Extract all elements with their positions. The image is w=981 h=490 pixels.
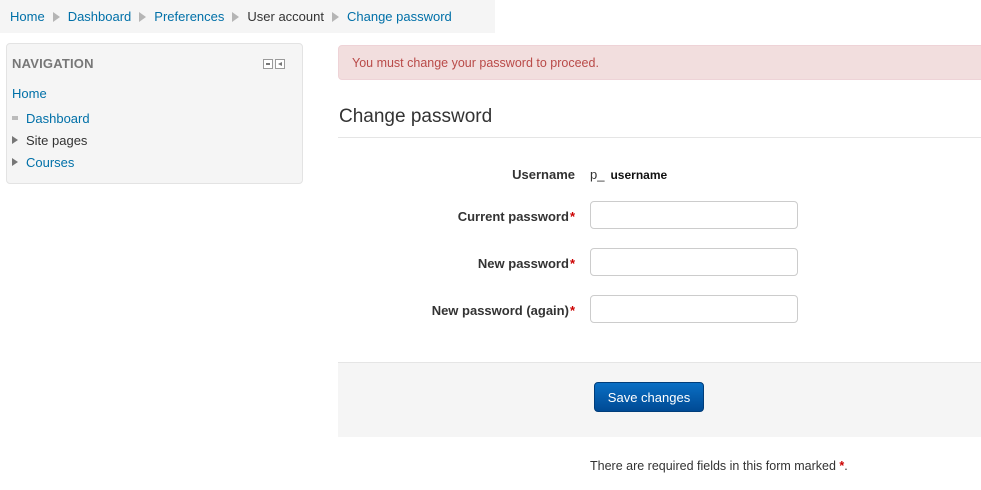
new-password-label-text: New password [477, 255, 569, 271]
collapse-block-icon[interactable] [263, 59, 273, 69]
navigation-list: Dashboard Site pages Courses [12, 107, 90, 173]
breadcrumb-home[interactable]: Home [10, 9, 45, 24]
nav-item-dashboard[interactable]: Dashboard [12, 107, 90, 129]
expand-arrow-icon[interactable] [12, 136, 18, 144]
required-note-text: There are required fields in this form m… [590, 459, 840, 473]
breadcrumb-user-account: User account [247, 9, 324, 24]
username-row: Username p_ username [338, 159, 981, 189]
nav-item-home[interactable]: Home [12, 86, 47, 101]
new-password-label: New password * [478, 248, 575, 278]
expand-arrow-icon[interactable] [12, 158, 18, 166]
breadcrumb-separator-icon [331, 11, 339, 22]
username-text: username [610, 168, 668, 182]
new-password-row: New password * [338, 248, 981, 278]
new-password-field[interactable] [590, 248, 798, 276]
heading-divider [338, 137, 981, 138]
required-note-end: . [844, 459, 848, 473]
required-icon: * [569, 255, 575, 271]
page-title: Change password [339, 106, 493, 127]
breadcrumb-preferences[interactable]: Preferences [154, 9, 224, 24]
current-password-label-text: Current password [457, 208, 569, 224]
nav-item-site-pages[interactable]: Site pages [12, 129, 90, 151]
password-change-alert: You must change your password to proceed… [338, 45, 981, 80]
new-password-again-row: New password (again) * [338, 295, 981, 325]
username-label-text: Username [512, 166, 575, 182]
nav-item-site-pages-label[interactable]: Site pages [26, 133, 87, 148]
new-password-again-label: New password (again) * [432, 295, 575, 325]
dock-block-icon[interactable] [275, 59, 285, 69]
navigation-block-controls [263, 59, 285, 69]
breadcrumb-dashboard[interactable]: Dashboard [68, 9, 132, 24]
breadcrumb-separator-icon [232, 11, 240, 22]
save-changes-button[interactable]: Save changes [594, 382, 704, 412]
form-actions: Save changes [338, 362, 981, 437]
alert-message: You must change your password to proceed… [352, 55, 599, 70]
nav-item-dashboard-label[interactable]: Dashboard [26, 111, 90, 126]
breadcrumb-separator-icon [139, 11, 147, 22]
nav-item-courses-label[interactable]: Courses [26, 155, 74, 170]
username-value: p_ username [590, 159, 667, 189]
navigation-block: NAVIGATION Home Dashboard Site pages Cou… [6, 43, 303, 184]
username-label: Username [512, 159, 575, 189]
required-icon: * [569, 208, 575, 224]
nav-item-courses[interactable]: Courses [12, 151, 90, 173]
required-fields-note: There are required fields in this form m… [590, 459, 848, 473]
breadcrumb-change-password[interactable]: Change password [347, 9, 452, 24]
breadcrumb: Home Dashboard Preferences User account … [0, 0, 495, 33]
bullet-icon [12, 116, 18, 120]
new-password-again-field[interactable] [590, 295, 798, 323]
new-password-again-label-text: New password (again) [431, 302, 569, 318]
breadcrumb-separator-icon [52, 11, 60, 22]
username-prefix: p_ [590, 166, 605, 182]
required-icon: * [569, 302, 575, 318]
current-password-label: Current password * [458, 201, 575, 231]
navigation-title: NAVIGATION [12, 56, 94, 71]
current-password-field[interactable] [590, 201, 798, 229]
current-password-row: Current password * [338, 201, 981, 231]
